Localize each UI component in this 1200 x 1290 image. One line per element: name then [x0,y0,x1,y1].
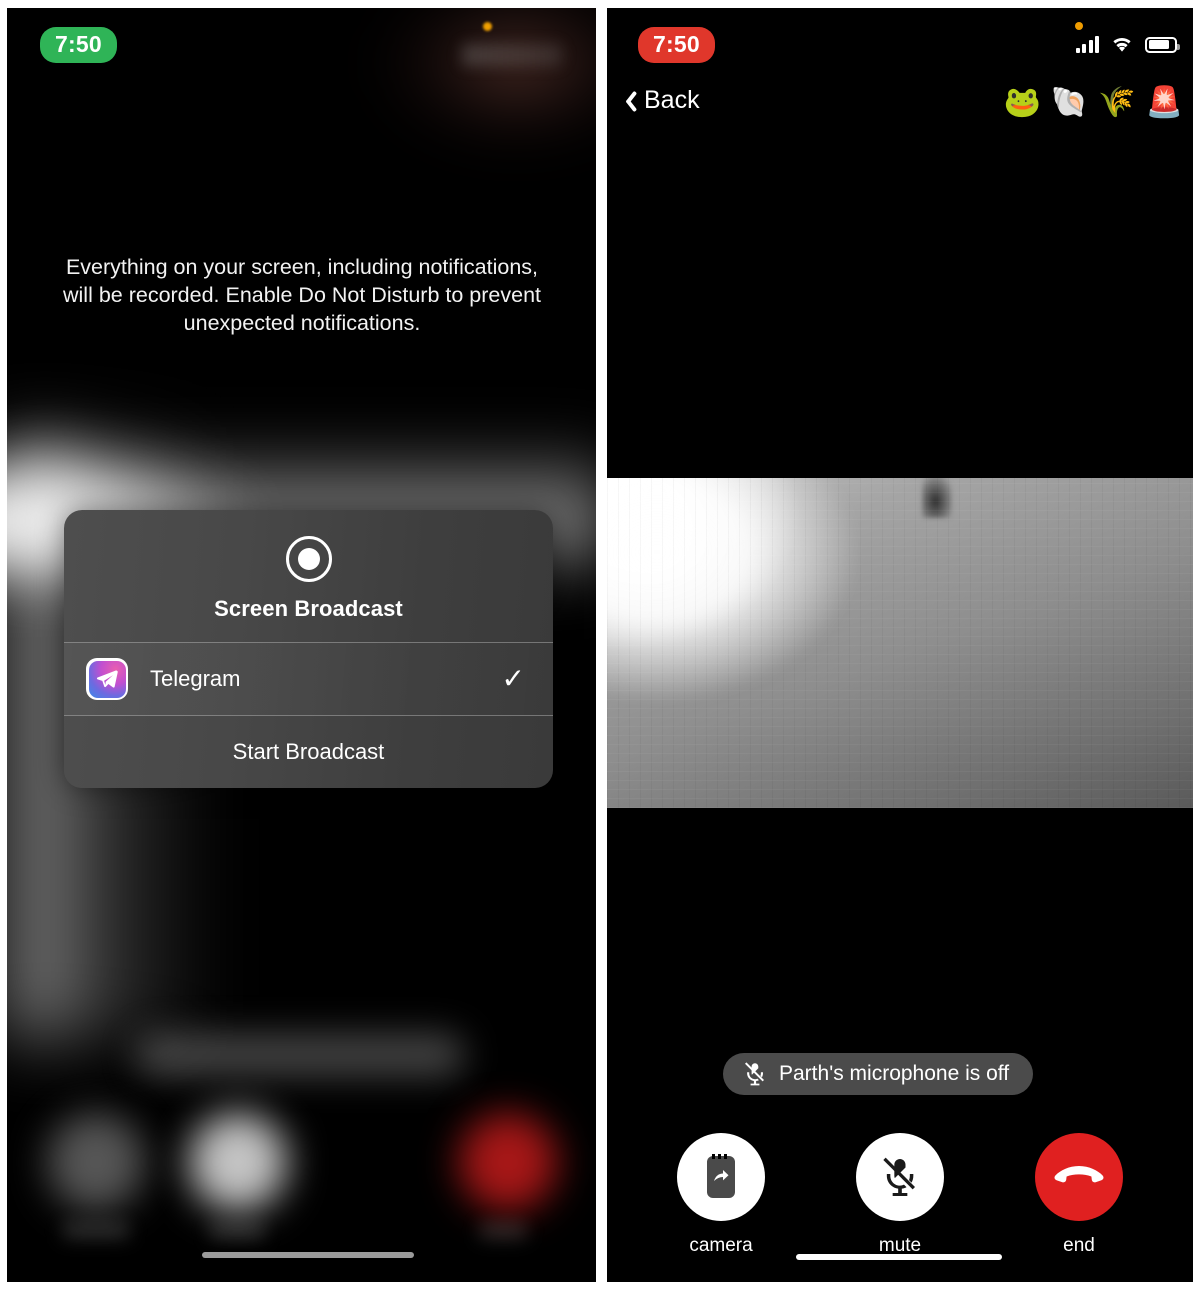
background-camera-button-blur [47,1113,145,1211]
background-orange-dot [483,22,492,31]
background-mute-label-blur [209,1223,265,1239]
background-top-glow [367,8,596,158]
camera-button-circle [677,1133,765,1221]
video-compression-noise [607,478,1193,808]
background-end-button-blur [459,1113,557,1211]
right-phone-screen: 7:50 Back 🐸 🐚 🌾 🚨 Parth's microphone is … [607,8,1193,1282]
sheet-title: Screen Broadcast [214,596,403,621]
spiral-shell-emoji: 🐚 [1050,85,1089,120]
battery-icon [1145,36,1180,53]
end-call-button[interactable]: end [1012,1133,1146,1257]
mute-button-circle [856,1133,944,1221]
telegram-icon [86,658,128,700]
mic-off-icon [880,1153,920,1201]
broadcast-app-row-telegram[interactable]: Telegram ✓ [64,643,553,715]
sheaf-of-rice-emoji: 🌾 [1098,85,1136,120]
camera-button[interactable]: camera [654,1133,788,1257]
background-status-bar-blur [462,44,562,66]
mic-status-text: Parth's microphone is off [779,1062,1010,1085]
camera-button-label: camera [689,1235,753,1256]
sheet-header: Screen Broadcast [64,510,553,642]
home-indicator-right[interactable] [796,1254,1002,1260]
screen-recording-warning-text: Everything on your screen, including not… [62,255,542,335]
end-call-icon [1053,1162,1105,1192]
background-camera-label-blur [62,1223,130,1239]
mute-button[interactable]: mute [833,1133,967,1257]
background-end-label-blur [479,1223,527,1239]
record-icon [285,536,332,582]
chevron-left-icon [621,89,635,113]
checkmark-icon: ✓ [501,663,525,694]
background-mic-banner-blur [135,1033,465,1077]
frog-with-hat-emoji: 🐸 [1003,85,1041,120]
background-mute-button-blur [189,1113,287,1211]
start-broadcast-button[interactable]: Start Broadcast [64,716,553,788]
home-indicator-left[interactable] [202,1252,414,1258]
back-button[interactable]: Back [621,86,700,115]
video-call-feed[interactable] [607,478,1193,808]
mic-off-icon [743,1060,767,1088]
broadcast-app-label: Telegram [150,666,241,691]
screen-share-icon [703,1154,739,1200]
mic-status-banner: Parth's microphone is off [723,1053,1034,1095]
screenshot-stage: 7:50 Everything on your screen, includin… [0,0,1200,1290]
status-bar-icons [1075,36,1180,53]
end-call-button-label: end [1063,1235,1095,1256]
back-button-label: Back [644,86,700,114]
privacy-indicator-dot [1075,22,1083,30]
recording-time-indicator[interactable]: 7:50 [40,27,117,63]
left-phone-screen: 7:50 Everything on your screen, includin… [7,8,596,1282]
recording-time-indicator[interactable]: 7:50 [638,27,715,63]
wifi-icon [1111,36,1133,53]
screen-broadcast-sheet: Screen Broadcast Telegram ✓ Start Broadc… [64,510,553,788]
end-call-button-circle [1035,1133,1123,1221]
police-siren-emoji: 🚨 [1145,85,1183,120]
cellular-signal-icon [1075,36,1099,53]
navigation-bar: Back 🐸 🐚 🌾 🚨 [607,86,1193,134]
call-controls: camera mute end [607,1133,1193,1257]
chat-emoji-row: 🐸 🐚 🌾 🚨 [1004,88,1183,118]
